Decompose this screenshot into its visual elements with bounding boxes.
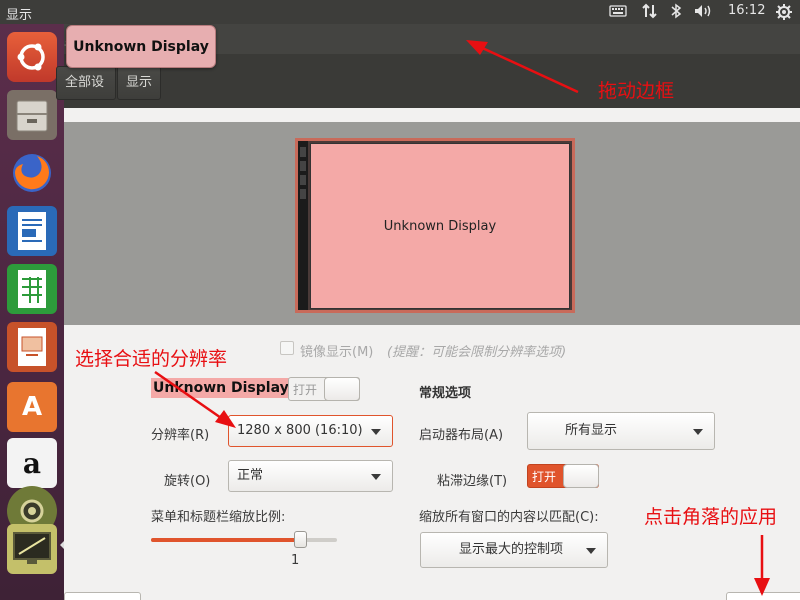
arrow-choose-resolution: [154, 370, 236, 428]
arrow-drag-border: [466, 40, 579, 94]
annotation-arrows: [154, 40, 770, 596]
arrow-click-corner-apply: [754, 535, 770, 596]
